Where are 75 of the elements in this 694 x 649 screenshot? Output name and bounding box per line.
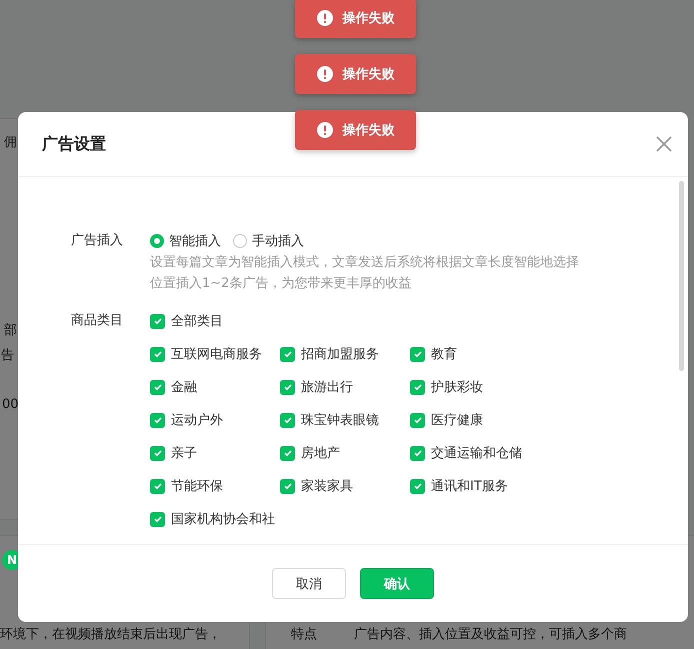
background-text: 部: [4, 322, 17, 340]
check-icon: [152, 349, 162, 359]
check-icon: [282, 415, 292, 425]
checkbox-label[interactable]: 旅游出行: [301, 378, 353, 396]
checkbox[interactable]: [280, 478, 295, 494]
checkbox[interactable]: [150, 478, 165, 494]
checkbox-label[interactable]: 招商加盟服务: [301, 345, 379, 363]
check-icon: [152, 481, 162, 491]
check-icon: [152, 316, 162, 326]
background-text: 佣: [4, 134, 17, 152]
hint-text: 设置每篇文章为智能插入模式，文章发送后系统将根据文章长度智能地选择位置插入1~2条广告，为您带来更丰厚的收益: [150, 254, 580, 293]
check-icon: [282, 448, 292, 458]
check-icon: [412, 481, 422, 491]
checkbox-label[interactable]: 房地产: [301, 444, 340, 462]
toast-text: 操作失败: [342, 10, 394, 27]
checkbox[interactable]: [150, 412, 165, 428]
background-text: 00: [2, 396, 19, 414]
field-label: 商品类目: [70, 312, 124, 330]
background-text: 特点: [291, 626, 317, 644]
checkbox-label[interactable]: 节能环保: [171, 477, 223, 495]
checkbox-label[interactable]: 教育: [431, 345, 457, 363]
radio-label[interactable]: 手动插入: [252, 232, 304, 250]
background-text: 告: [1, 347, 14, 365]
checkbox[interactable]: [150, 512, 165, 526]
scrollbar[interactable]: [679, 181, 684, 371]
checkbox-label[interactable]: 全部类目: [171, 312, 223, 330]
check-icon: [282, 481, 292, 491]
checkbox[interactable]: [410, 346, 425, 362]
checkbox[interactable]: [150, 380, 165, 394]
checkbox[interactable]: [410, 380, 425, 394]
checkbox[interactable]: [280, 346, 295, 362]
check-icon: [282, 382, 292, 392]
background-text: 环境下，在视频播放结束后出现广告，: [0, 626, 221, 644]
checkbox[interactable]: [410, 478, 425, 494]
radio-button[interactable]: [150, 234, 164, 248]
checkbox-label[interactable]: 亲子: [171, 444, 197, 462]
checkbox[interactable]: [150, 346, 165, 362]
checkbox[interactable]: [280, 446, 295, 460]
radio-label[interactable]: 智能插入: [169, 232, 221, 250]
checkbox-label[interactable]: 珠宝钟表眼镜: [301, 411, 379, 429]
checkbox[interactable]: [280, 412, 295, 428]
check-icon: [282, 349, 292, 359]
check-icon: [152, 415, 162, 425]
exclamation-icon: [316, 10, 332, 26]
checkbox-label[interactable]: 互联网电商服务: [171, 345, 262, 363]
dialog-title: 广告设置: [42, 134, 106, 154]
checkbox-label[interactable]: 交通运输和仓储: [431, 444, 522, 462]
radio-button[interactable]: [233, 234, 247, 248]
toast-text: 操作失败: [342, 122, 394, 139]
close-icon[interactable]: [656, 136, 672, 152]
check-icon: [412, 349, 422, 359]
toast-text: 操作失败: [342, 66, 394, 83]
checkbox-label[interactable]: 运动户外: [171, 411, 223, 429]
background-text: 广告内容、插入位置及收益可控，可插入多个商: [354, 626, 627, 644]
check-icon: [412, 382, 422, 392]
exclamation-icon: [316, 122, 332, 138]
field-label: 广告插入: [70, 232, 124, 250]
checkbox-label[interactable]: 家装家具: [301, 477, 353, 495]
checkbox-label[interactable]: 医疗健康: [431, 411, 483, 429]
checkbox-label[interactable]: 金融: [171, 378, 197, 396]
exclamation-icon: [316, 66, 332, 82]
check-icon: [412, 448, 422, 458]
check-icon: [152, 382, 162, 392]
check-icon: [152, 448, 162, 458]
check-icon: [412, 415, 422, 425]
checkbox-label[interactable]: 护肤彩妆: [431, 378, 483, 396]
checkbox[interactable]: [150, 446, 165, 460]
checkbox[interactable]: [410, 446, 425, 460]
checkbox[interactable]: [280, 380, 295, 394]
cancel-button[interactable]: 取消: [272, 568, 346, 599]
checkbox[interactable]: [410, 412, 425, 428]
checkbox-label[interactable]: 国家机构协会和社: [171, 510, 275, 528]
check-icon: [152, 514, 162, 524]
checkbox-label[interactable]: 通讯和IT服务: [431, 477, 508, 495]
checkbox[interactable]: [150, 314, 165, 328]
